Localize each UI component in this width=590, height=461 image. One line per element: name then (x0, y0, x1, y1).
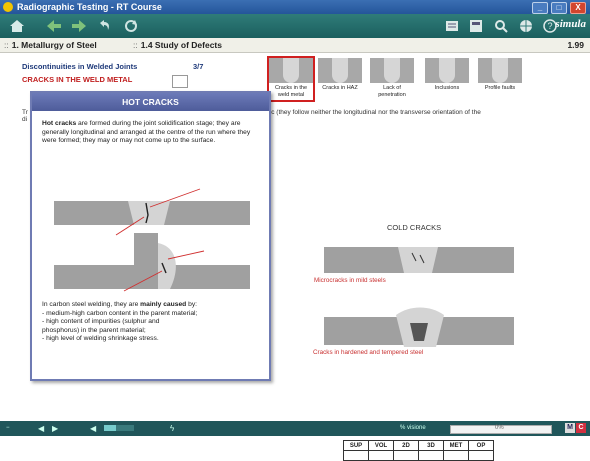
cause-item: - high level of welding shrinkage stress… (42, 335, 159, 342)
notes-icon[interactable] (444, 17, 460, 35)
page-counter: 3/7 (193, 62, 204, 71)
simula-logo: simula (555, 18, 586, 30)
code-3d[interactable]: 3D (418, 440, 444, 451)
window-titlebar: Radiographic Testing - RT Course _ □ X (0, 0, 590, 14)
code-cell-empty (468, 450, 494, 461)
thumbnail-image (478, 58, 522, 83)
book-icon[interactable] (172, 75, 188, 88)
toolbar: ? simula (0, 14, 590, 38)
minus-icon[interactable]: − (6, 421, 10, 436)
thumbnail-inclusions[interactable]: Inclusions (425, 58, 469, 100)
prev-icon[interactable]: ◀ (38, 421, 44, 436)
code-cell-empty (418, 450, 444, 461)
popup-intro: Hot cracks are formed during the joint s… (42, 120, 251, 144)
code-met[interactable]: MET (443, 440, 469, 451)
breadcrumb: :: 1. Metallurgy of Steel :: 1.4 Study of … (0, 38, 590, 53)
cause-item: - medium-high carbon content in the pare… (42, 309, 198, 317)
home-icon[interactable] (8, 17, 26, 35)
badge-m[interactable]: M (565, 423, 575, 433)
body-text: tic (they follow neither the longitudina… (268, 109, 481, 116)
flash-icon[interactable]: ϟ (170, 421, 174, 436)
cause-item: - high content of impurities (sulphur an… (42, 318, 160, 325)
thumbnail-label: Cracks in HAZ (322, 85, 358, 91)
close-button[interactable]: X (570, 2, 586, 14)
undo-icon[interactable] (95, 17, 113, 35)
globe-icon[interactable] (518, 17, 534, 35)
thumbnail-profile-faults[interactable]: Profile faults (478, 58, 522, 100)
inspection-code-table: SUP VOL 2D 3D MET OP (343, 440, 494, 461)
back-icon[interactable] (45, 17, 63, 35)
thumbnail-cracks-haz[interactable]: Cracks in HAZ (318, 58, 362, 100)
thumbnail-lack-of-penetration[interactable]: Lack of penetration (370, 58, 414, 100)
radiation-icon (3, 2, 13, 12)
label-hardened-steel: Cracks in hardened and tempered steel (313, 349, 424, 356)
subheading: Discontinuities in Welded Joints (22, 62, 138, 71)
thumbnail-label: Inclusions (434, 85, 460, 91)
breadcrumb-section[interactable]: 1.4 Study of Defects (141, 40, 222, 50)
hidden-text-edge: Tr di (22, 109, 28, 123)
thumbnail-label: Cracks in the weld metal (274, 85, 308, 98)
thumbnail-label: Lack of penetration (378, 85, 406, 98)
breadcrumb-separator: :: (4, 40, 9, 50)
status-bar: − ◀ ▶ ◀ ϟ % visione 0% M C (0, 421, 590, 436)
code-cell-empty (443, 450, 469, 461)
section-title: CRACKS IN THE WELD METAL (22, 75, 133, 84)
window-title: Radiographic Testing - RT Course (17, 2, 162, 12)
code-cell-empty (393, 450, 419, 461)
breadcrumb-separator: :: (133, 40, 138, 50)
volume-slider[interactable] (104, 425, 134, 431)
minimize-button[interactable]: _ (532, 2, 548, 14)
calculator-icon[interactable] (468, 17, 484, 35)
thumbnail-cracks-weld-metal[interactable]: Cracks in the weld metal (267, 56, 315, 102)
cause-item: phosphorus) in the parent material; (42, 326, 146, 334)
speaker-icon[interactable]: ◀ (90, 421, 96, 436)
progress-label: % visione (400, 425, 426, 431)
forward-icon[interactable] (70, 17, 88, 35)
code-op[interactable]: OP (468, 440, 494, 451)
hot-crack-diagram (54, 188, 250, 292)
badge-c[interactable]: C (576, 423, 586, 433)
progress-value: 0% (495, 425, 504, 431)
next-icon[interactable]: ▶ (52, 421, 58, 436)
label-mild-steel: Microcracks in mild steels (314, 277, 386, 284)
popup-title: HOT CRACKS (32, 93, 269, 111)
thumbnail-image (370, 58, 414, 83)
thumbnail-image (425, 58, 469, 83)
refresh-icon[interactable] (122, 17, 140, 35)
code-sup[interactable]: SUP (343, 440, 369, 451)
thumbnail-label: Profile faults (484, 85, 516, 91)
hot-cracks-popup: HOT CRACKS Hot cracks are formed during … (30, 91, 271, 381)
popup-causes: In carbon steel welding, they are mainly… (42, 301, 262, 344)
page-number: 1.99 (567, 40, 584, 50)
code-vol[interactable]: VOL (368, 440, 394, 451)
breadcrumb-chapter[interactable]: 1. Metallurgy of Steel (12, 40, 97, 50)
maximize-button[interactable]: □ (551, 2, 567, 14)
svg-text:?: ? (548, 21, 553, 31)
thumbnail-image (269, 58, 313, 83)
thumbnail-image (318, 58, 362, 83)
code-2d[interactable]: 2D (393, 440, 419, 451)
cold-cracks-title: COLD CRACKS (387, 223, 442, 232)
search-icon[interactable] (493, 17, 509, 35)
code-cell-empty (368, 450, 394, 461)
cold-crack-diagram-mild (324, 247, 514, 273)
code-cell-empty (343, 450, 369, 461)
